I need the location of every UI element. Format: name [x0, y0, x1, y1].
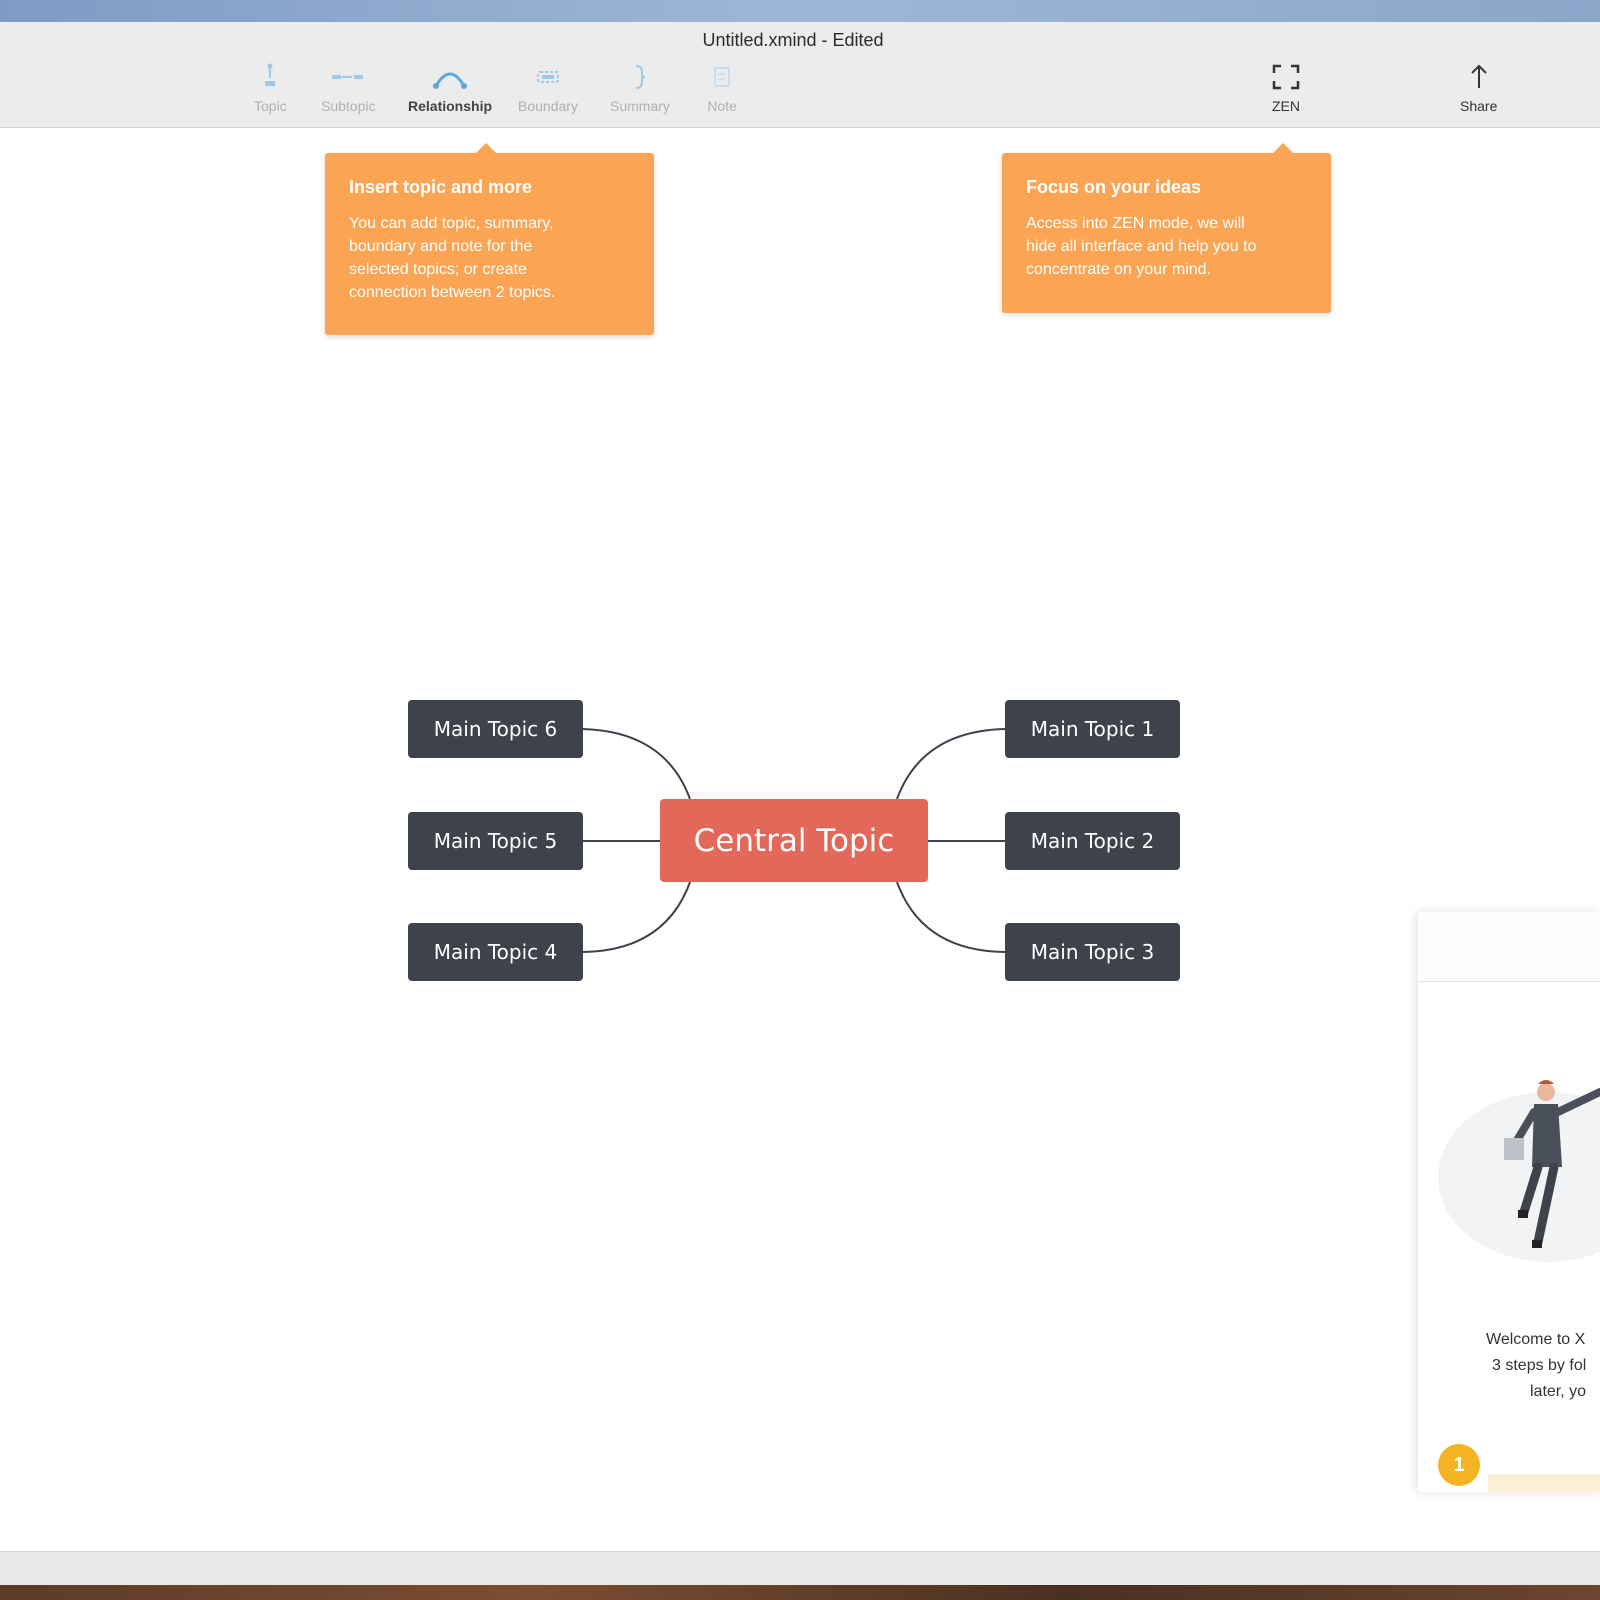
- welcome-panel-header: [1418, 912, 1600, 982]
- main-topic-2[interactable]: Main Topic 2: [1005, 812, 1180, 870]
- connector-topic-3: [896, 881, 1006, 953]
- welcome-illustration: [1438, 1080, 1600, 1262]
- connector-topic-4: [581, 881, 691, 953]
- welcome-message: Welcome to X 3 steps by fol later, yo: [1486, 1331, 1587, 1400]
- step-progress-bar: [1488, 1474, 1600, 1492]
- welcome-panel: Welcome to X 3 steps by fol later, yo 1: [1418, 912, 1600, 1492]
- window-bottom-bar: [0, 1551, 1600, 1585]
- desktop-background-bottom: [0, 1585, 1600, 1600]
- main-topic-4[interactable]: Main Topic 4: [408, 923, 583, 981]
- step-badge[interactable]: 1: [1438, 1444, 1480, 1486]
- main-topic-6[interactable]: Main Topic 6: [408, 700, 583, 758]
- central-topic[interactable]: Central Topic: [660, 799, 928, 882]
- main-topic-1[interactable]: Main Topic 1: [1005, 700, 1180, 758]
- connector-topic-1: [896, 728, 1006, 800]
- connector-topic-6: [581, 728, 691, 800]
- main-topic-5[interactable]: Main Topic 5: [408, 812, 583, 870]
- main-topic-3[interactable]: Main Topic 3: [1005, 923, 1180, 981]
